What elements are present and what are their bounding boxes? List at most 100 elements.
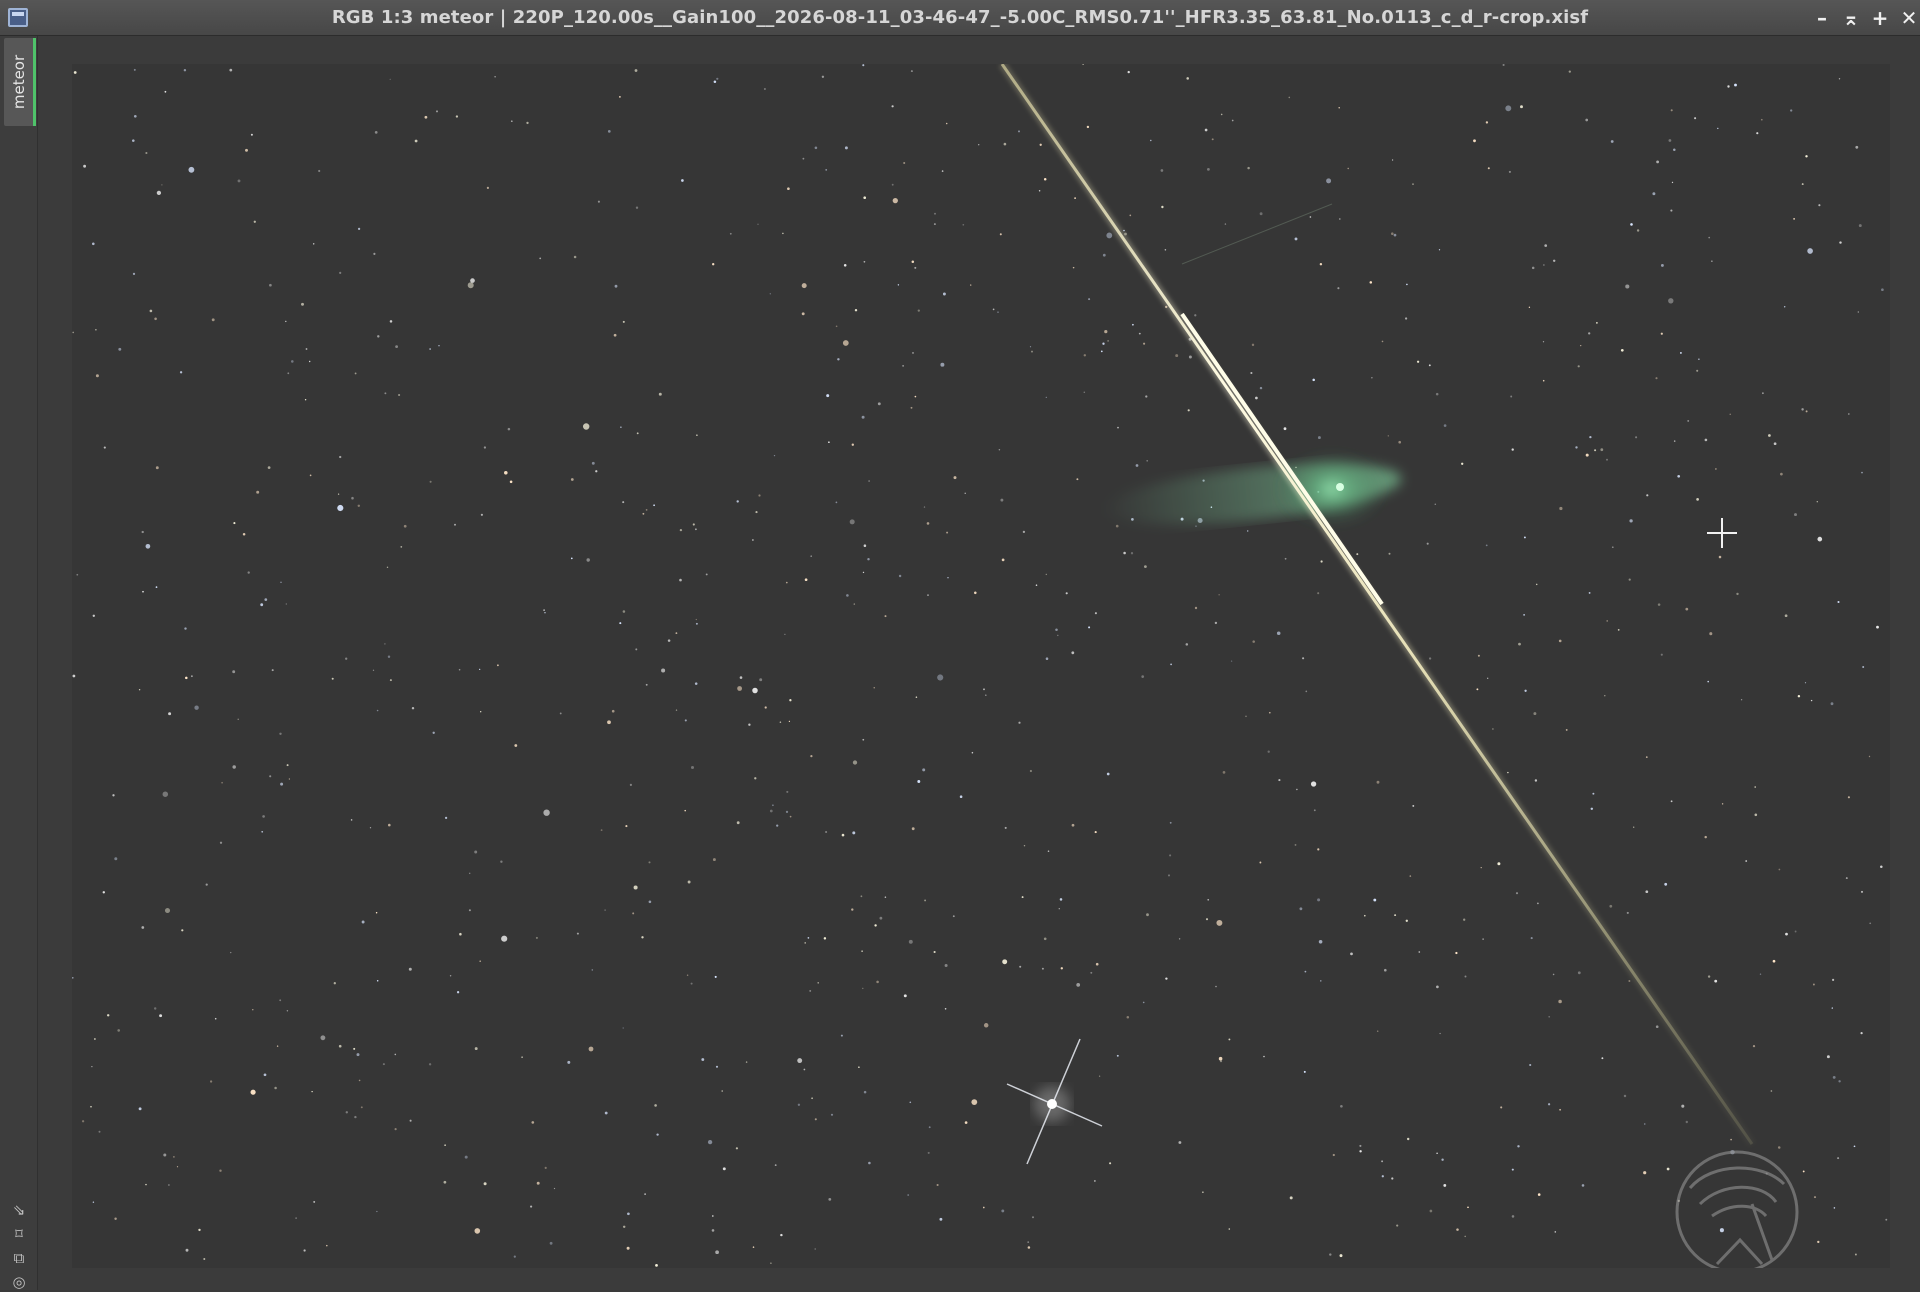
star [1558, 999, 1562, 1004]
star [940, 362, 945, 367]
star [1507, 771, 1509, 774]
clone-icon[interactable]: ⧉ [9, 1248, 29, 1268]
star [252, 1009, 254, 1011]
astro-image[interactable] [72, 64, 1890, 1268]
star [232, 670, 236, 674]
star [656, 1133, 659, 1136]
star [184, 627, 187, 630]
star [634, 69, 638, 72]
star [1480, 866, 1482, 869]
star [1376, 1030, 1379, 1032]
star [1790, 109, 1793, 112]
star [1736, 592, 1739, 596]
star [230, 951, 232, 954]
star [1833, 1207, 1836, 1209]
star [983, 1023, 989, 1028]
maximize-button[interactable]: + [1867, 4, 1893, 32]
star [1633, 826, 1635, 828]
star [1146, 913, 1149, 917]
star [923, 506, 926, 508]
star [350, 819, 353, 821]
star [770, 1262, 772, 1265]
star [1762, 392, 1764, 395]
star [1095, 962, 1099, 966]
star [1628, 578, 1631, 581]
star [1530, 937, 1533, 940]
star [892, 197, 898, 204]
star [1461, 462, 1464, 465]
star [736, 821, 740, 825]
star [1294, 237, 1298, 241]
star [1611, 546, 1614, 549]
star [600, 829, 603, 831]
star [271, 669, 274, 672]
star [1038, 190, 1041, 192]
shade-button[interactable]: ⌅ [1838, 4, 1864, 32]
star [1143, 342, 1146, 345]
star [811, 1097, 813, 1100]
minimize-button[interactable]: – [1809, 4, 1835, 32]
star [1523, 614, 1525, 616]
star [388, 823, 391, 827]
star [891, 105, 894, 108]
star [361, 920, 365, 924]
star [1645, 756, 1648, 758]
star [168, 712, 172, 716]
window-titlebar[interactable]: RGB 1:3 meteor | 220P_120.00s__Gain100__… [0, 0, 1920, 36]
zoom-fit-icon[interactable]: ⇘ [9, 1200, 29, 1220]
star [974, 591, 977, 595]
star [480, 711, 482, 713]
star [1267, 750, 1270, 753]
star [782, 232, 784, 235]
star [358, 1079, 361, 1082]
star [739, 676, 743, 679]
star [118, 347, 122, 351]
star [1194, 606, 1198, 610]
star [1577, 365, 1580, 368]
star [1098, 1075, 1101, 1077]
star [1606, 620, 1608, 622]
star [409, 1119, 412, 1122]
star [1628, 980, 1631, 982]
sky-image[interactable] [72, 64, 1890, 1268]
star [964, 492, 966, 494]
view-tab-meteor[interactable]: meteor [4, 38, 36, 126]
view-sidebar: meteor ⇘ ⌑ ⧉ ◎ [0, 36, 38, 1292]
star [1745, 860, 1748, 862]
star [1001, 558, 1005, 562]
star [945, 122, 948, 125]
star [755, 511, 758, 514]
star [163, 1153, 167, 1157]
star [997, 311, 999, 313]
star [1531, 266, 1535, 270]
star [320, 1035, 326, 1041]
star [752, 687, 758, 694]
star [1635, 436, 1638, 439]
star [862, 571, 865, 574]
star [737, 686, 743, 691]
star [1058, 908, 1060, 910]
star [1381, 1175, 1384, 1178]
close-button[interactable]: ✕ [1896, 4, 1920, 32]
star [1600, 448, 1604, 452]
star [1734, 83, 1737, 87]
star [863, 260, 866, 263]
target-icon[interactable]: ◎ [9, 1272, 29, 1292]
star [305, 348, 308, 350]
star [1088, 626, 1091, 629]
star [1559, 1108, 1562, 1111]
move-icon[interactable]: ⌑ [9, 1224, 29, 1244]
star [695, 618, 697, 621]
star [176, 1166, 179, 1168]
star [549, 1241, 553, 1245]
star [1660, 263, 1664, 267]
star [1088, 298, 1091, 301]
star [1807, 248, 1813, 254]
star [1711, 260, 1713, 262]
star [1443, 1183, 1447, 1187]
star [507, 427, 511, 431]
star [237, 718, 239, 720]
star [884, 896, 887, 898]
star [1714, 979, 1718, 983]
star [389, 679, 392, 682]
